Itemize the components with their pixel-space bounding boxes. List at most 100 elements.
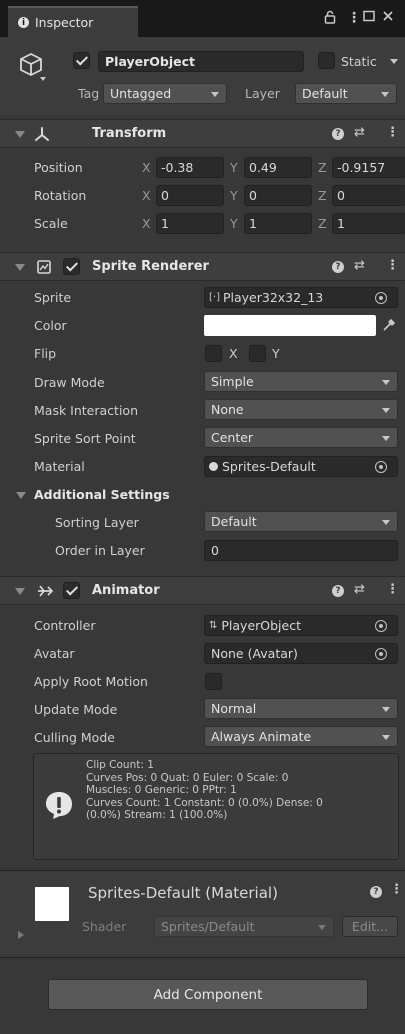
transform-header[interactable]: Transform ? ⇄ ⋮ <box>0 119 405 148</box>
flip-y-checkbox[interactable] <box>249 345 266 362</box>
object-picker-icon[interactable] <box>375 461 387 473</box>
more-icon[interactable]: ⋮ <box>386 258 399 273</box>
static-checkbox[interactable] <box>318 52 335 69</box>
axis-label-z: Z <box>318 188 327 203</box>
controller-field[interactable]: ⇅ PlayerObject <box>204 615 398 636</box>
transform-title: Transform <box>92 126 167 141</box>
presets-icon[interactable]: ⇄ <box>354 258 365 273</box>
flip-x-label: X <box>229 346 238 361</box>
layer-value: Default <box>302 86 348 101</box>
avatar-value: None (Avatar) <box>211 646 298 661</box>
static-dropdown-arrow[interactable] <box>390 59 398 64</box>
fold-arrow-icon[interactable] <box>16 492 26 499</box>
flip-x-checkbox[interactable] <box>205 345 222 362</box>
shader-dropdown[interactable]: Sprites/Default <box>154 916 334 937</box>
material-section: Sprites-Default (Material) ? ⋮ Shader Sp… <box>0 871 405 955</box>
layer-dropdown[interactable]: Default <box>295 83 397 104</box>
animator-info-box: Clip Count: 1 Curves Pos: 0 Quat: 0 Euler… <box>33 753 399 860</box>
mask-interaction-dropdown[interactable]: None <box>204 399 398 420</box>
color-swatch[interactable] <box>204 315 376 336</box>
add-component-button[interactable]: Add Component <box>48 979 368 1010</box>
transform-position-z-input[interactable]: -0.9157 <box>332 157 405 178</box>
lock-icon[interactable] <box>324 10 336 28</box>
animator-header[interactable]: Animator ? ⇄ ⋮ <box>0 576 405 605</box>
material-foldout-arrow-icon[interactable] <box>18 931 24 939</box>
object-name-input[interactable]: PlayerObject <box>98 51 304 72</box>
fold-arrow-icon[interactable] <box>15 264 25 271</box>
chevron-down-icon <box>211 92 219 97</box>
object-picker-icon[interactable] <box>375 648 387 660</box>
color-label: Color <box>34 318 67 333</box>
fold-arrow-icon[interactable] <box>15 588 25 595</box>
help-icon[interactable]: ? <box>332 585 344 597</box>
more-icon[interactable]: ⋮ <box>347 10 361 26</box>
material-value: Sprites-Default <box>222 459 316 474</box>
transform-scale-y-input[interactable]: 1 <box>244 213 312 234</box>
chevron-down-icon <box>381 92 389 97</box>
object-picker-icon[interactable] <box>375 620 387 632</box>
transform-position-y-input[interactable]: 0.49 <box>244 157 312 178</box>
additional-settings-foldout[interactable]: Additional Settings <box>34 487 170 502</box>
presets-icon[interactable]: ⇄ <box>354 125 365 140</box>
eyedropper-icon[interactable] <box>382 318 396 335</box>
sprite-renderer-enabled-checkbox[interactable] <box>63 258 80 275</box>
more-icon[interactable]: ⋮ <box>390 882 403 897</box>
apply-root-motion-checkbox[interactable] <box>205 673 222 690</box>
tab-label: Inspector <box>35 15 94 30</box>
tab-inspector[interactable]: i Inspector <box>8 6 138 37</box>
tag-dropdown[interactable]: Untagged <box>103 83 227 104</box>
sprite-renderer-header[interactable]: Sprite Renderer ? ⇄ ⋮ <box>0 252 405 281</box>
avatar-label: Avatar <box>34 646 75 661</box>
transform-scale-z-input[interactable]: 1 <box>332 213 405 234</box>
avatar-field[interactable]: None (Avatar) <box>204 643 398 664</box>
sort-point-value: Center <box>211 430 254 445</box>
sorting-layer-dropdown[interactable]: Default <box>204 511 398 532</box>
close-icon[interactable] <box>382 10 394 26</box>
divider <box>0 957 405 958</box>
chevron-down-icon <box>382 408 390 413</box>
layer-label: Layer <box>245 86 280 101</box>
culling-mode-dropdown[interactable]: Always Animate <box>204 726 398 747</box>
update-mode-value: Normal <box>211 701 257 716</box>
material-asset-icon <box>209 462 218 471</box>
transform-rotation-z-input[interactable]: 0 <box>332 185 405 206</box>
update-mode-dropdown[interactable]: Normal <box>204 698 398 719</box>
animator-icon <box>36 583 54 602</box>
more-icon[interactable]: ⋮ <box>386 125 399 140</box>
shader-edit-button[interactable]: Edit... <box>342 916 398 937</box>
more-icon[interactable]: ⋮ <box>386 582 399 597</box>
flip-label: Flip <box>34 346 57 361</box>
sprite-field[interactable]: [·] Player32x32_13 <box>204 287 398 308</box>
culling-mode-value: Always Animate <box>211 729 312 744</box>
maximize-icon[interactable] <box>363 10 375 26</box>
icon-dropdown-arrow[interactable] <box>40 77 46 81</box>
fold-arrow-icon[interactable] <box>15 131 25 138</box>
order-in-layer-input[interactable]: 0 <box>204 540 398 561</box>
help-icon[interactable]: ? <box>370 886 382 898</box>
object-picker-icon[interactable] <box>375 292 387 304</box>
transform-scale-x-input[interactable]: 1 <box>156 213 224 234</box>
transform-rotation-y-input[interactable]: 0 <box>244 185 312 206</box>
animator-enabled-checkbox[interactable] <box>63 582 80 599</box>
help-icon[interactable]: ? <box>332 128 344 140</box>
mask-interaction-label: Mask Interaction <box>34 403 138 418</box>
transform-row-label: Position <box>34 160 83 175</box>
animator-controller-icon: ⇅ <box>209 620 218 631</box>
draw-mode-dropdown[interactable]: Simple <box>204 371 398 392</box>
presets-icon[interactable]: ⇄ <box>354 582 365 597</box>
transform-rotation-x-input[interactable]: 0 <box>156 185 224 206</box>
apply-root-motion-label: Apply Root Motion <box>34 674 148 689</box>
transform-position-x-input[interactable]: -0.38 <box>156 157 224 178</box>
sorting-layer-value: Default <box>211 514 257 529</box>
transform-row-label: Rotation <box>34 188 87 203</box>
tag-label: Tag <box>78 86 100 101</box>
sort-point-dropdown[interactable]: Center <box>204 427 398 448</box>
active-checkbox[interactable] <box>73 52 90 69</box>
mask-interaction-value: None <box>211 402 244 417</box>
info-line: Curves Count: 1 Constant: 0 (0.0%) Dense… <box>86 796 323 809</box>
help-icon[interactable]: ? <box>332 261 344 273</box>
material-label: Material <box>34 459 85 474</box>
material-field[interactable]: Sprites-Default <box>204 456 398 477</box>
sprite-value: Player32x32_13 <box>222 290 324 305</box>
axis-label-z: Z <box>318 216 327 231</box>
